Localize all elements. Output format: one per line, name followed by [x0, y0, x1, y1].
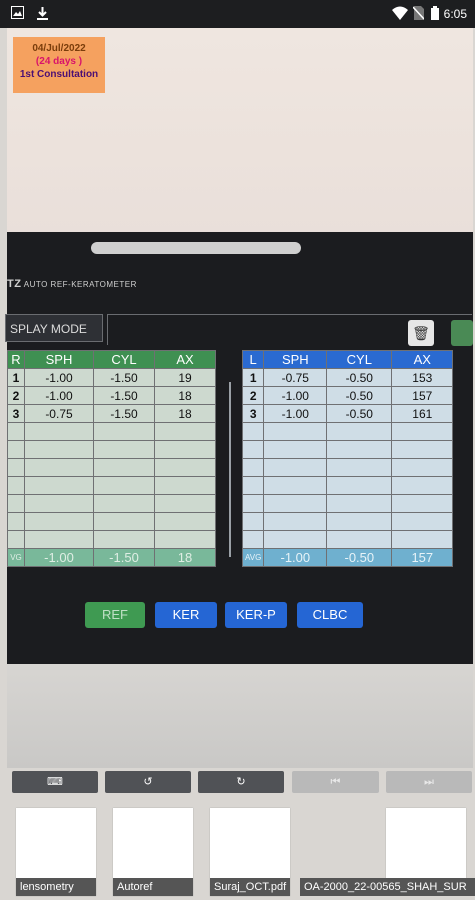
table-row: 2 -1.00 -0.50 157: [241, 386, 454, 405]
clock: 6:05: [443, 7, 467, 21]
thumbnail-label: lensometry: [16, 878, 96, 896]
thumbnail-oct[interactable]: Suraj_OCT.pdf: [210, 808, 290, 896]
battery-icon: [431, 6, 439, 20]
column-header: SPH: [24, 350, 94, 369]
wifi-icon: [392, 6, 408, 20]
device-brand: TZ AUTO REF-KERATOMETER: [7, 278, 137, 290]
exit-icon: [451, 320, 473, 346]
keyboard-icon: ⌨: [47, 776, 63, 788]
status-bar: 6:05: [0, 0, 475, 28]
table-row-empty: [241, 476, 454, 495]
consultation-days: (24 days ): [35, 56, 83, 67]
table-row: 2 -1.00 -1.50 18: [7, 386, 216, 405]
thumbnail-oa2000[interactable]: [386, 808, 466, 878]
table-row-empty: [7, 512, 216, 531]
consultation-date: 04/Jul/2022: [32, 43, 86, 54]
ker-button: KER: [155, 602, 217, 628]
table-row-empty: [7, 458, 216, 477]
table-row-empty: [7, 530, 216, 549]
last-page-button[interactable]: ⏭: [386, 771, 472, 793]
thumbnail-label[interactable]: OA-2000_22-00565_SHAH_SUR: [300, 878, 475, 896]
table-row-empty: [7, 476, 216, 495]
column-header: CYL: [326, 350, 393, 369]
column-header: AX: [154, 350, 216, 369]
photo-background-bottom: [7, 664, 473, 768]
trash-icon: 🗑: [408, 320, 434, 346]
download-notification-icon: [37, 7, 48, 20]
rotate-right-icon: ↻: [236, 776, 246, 788]
display-mode-label: SPLAY MODE: [5, 314, 103, 342]
left-eye-table: L SPH CYL AX 1 -0.75 -0.50 153 2 -1.00 -0.50 1…: [241, 350, 454, 567]
table-row: 1 -0.75 -0.50 153: [241, 368, 454, 387]
first-page-button[interactable]: ⏮: [292, 771, 379, 793]
thumbnail-lensometry[interactable]: lensometry: [16, 808, 96, 896]
screen-reflection: [91, 242, 301, 254]
autoref-device-screen: TZ AUTO REF-KERATOMETER SPLAY MODE 🗑 R S…: [5, 232, 473, 664]
table-row-empty: [241, 440, 454, 459]
ker-p-button: KER-P: [225, 602, 287, 628]
thumbnail-label: Suraj_OCT.pdf: [210, 878, 290, 896]
rotate-right-button[interactable]: ↻: [198, 771, 284, 793]
table-row-empty: [7, 440, 216, 459]
table-row-empty: [241, 512, 454, 531]
thumbnail-autoref[interactable]: Autoref: [113, 808, 193, 896]
left-eye-label: L: [241, 350, 265, 369]
column-header: AX: [391, 350, 454, 369]
table-row: 3 -1.00 -0.50 161: [241, 404, 454, 423]
table-row-empty: [241, 494, 454, 513]
table-row-empty: [241, 458, 454, 477]
ref-button: REF: [85, 602, 145, 628]
average-row: AVG -1.00 -0.50 157: [241, 548, 454, 567]
right-eye-table: R SPH CYL AX 1 -1.00 -1.50 19 2 -1.00 -1.50 18…: [7, 350, 216, 567]
table-row: 1 -1.00 -1.50 19: [7, 368, 216, 387]
table-row: 3 -0.75 -1.50 18: [7, 404, 216, 423]
table-row-empty: [241, 422, 454, 441]
first-page-icon: ⏮: [330, 776, 341, 788]
no-sim-icon: [413, 6, 424, 20]
right-eye-label: R: [7, 350, 25, 369]
average-row: VG -1.00 -1.50 18: [7, 548, 216, 567]
consultation-badge: 04/Jul/2022 (24 days ) 1st Consultation: [13, 37, 105, 93]
column-header: CYL: [93, 350, 155, 369]
column-header: SPH: [263, 350, 328, 369]
rotate-left-icon: ↺: [143, 776, 153, 788]
consultation-label: 1st Consultation: [19, 69, 99, 80]
thumbnail-label: Autoref: [113, 878, 193, 896]
keyboard-button[interactable]: ⌨: [12, 771, 98, 793]
divider: [229, 382, 231, 557]
table-row-empty: [7, 422, 216, 441]
clbc-button: CLBC: [297, 602, 363, 628]
rotate-left-button[interactable]: ↺: [105, 771, 191, 793]
table-row-empty: [7, 494, 216, 513]
table-row-empty: [241, 530, 454, 549]
last-page-icon: ⏭: [424, 776, 434, 788]
image-notification-icon: [11, 6, 24, 19]
